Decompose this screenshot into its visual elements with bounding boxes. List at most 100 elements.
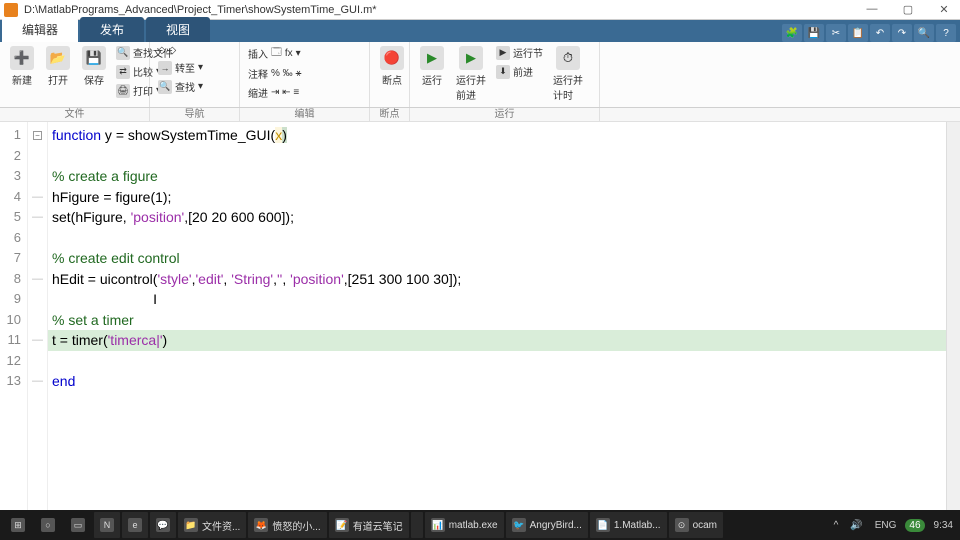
code-line[interactable]: t = timer('timerca|')	[48, 330, 960, 351]
tray-badge[interactable]: 46	[905, 519, 924, 532]
code-line[interactable]: hEdit = uicontrol('style','edit', 'Strin…	[48, 269, 960, 290]
code-line[interactable]: % set a timer	[48, 310, 960, 331]
code-editor[interactable]: 12345678910111213 −————— function y = sh…	[0, 122, 960, 522]
qa-btn-2[interactable]: 💾	[804, 24, 824, 42]
code-line[interactable]: set(hFigure, 'position',[20 20 600 600])…	[48, 207, 960, 228]
qa-btn-4[interactable]: 📋	[848, 24, 868, 42]
tray-clock[interactable]: 9:34	[931, 520, 956, 531]
taskbar-item[interactable]: N	[94, 512, 120, 538]
fold-marker[interactable]	[28, 289, 47, 310]
taskbar-item-icon: 📁	[184, 518, 198, 532]
fold-marker[interactable]	[28, 166, 47, 187]
fold-marker[interactable]	[28, 146, 47, 167]
maximize-button[interactable]: ▢	[896, 3, 920, 16]
taskbar-item-icon: e	[128, 518, 142, 532]
line-number: 8	[0, 269, 21, 290]
advance-button[interactable]: ⬇前进	[494, 63, 545, 80]
line-number: 13	[0, 371, 21, 392]
qa-btn-help[interactable]: ?	[936, 24, 956, 42]
tab-publish[interactable]: 发布	[80, 17, 144, 42]
fold-marker[interactable]: —	[28, 187, 47, 208]
window-titlebar: D:\MatlabPrograms_Advanced\Project_Timer…	[0, 0, 960, 20]
minimize-button[interactable]: —	[860, 3, 884, 16]
line-number: 2	[0, 146, 21, 167]
ribbon: ➕新建 📂打开 💾保存 🔍查找文件 ⇄比较 ▾ 🖨打印 ▾ ◇ ◇ →转至 ▾ …	[0, 42, 960, 108]
run-time-button[interactable]: ⏱运行并 计时	[549, 44, 587, 104]
goto-dropdown[interactable]: →转至 ▾	[156, 59, 205, 76]
taskbar-item[interactable]: 🐦AngryBird...	[506, 512, 588, 538]
taskbar-item-label: 1.Matlab...	[614, 520, 661, 531]
windows-taskbar: ⊞○▭Ne 💬 📁文件资...🦊愤怒的小... 📝 有道云笔记 📊 matlab.exe 🐦A…	[0, 510, 960, 540]
fold-marker[interactable]	[28, 248, 47, 269]
code-line[interactable]	[48, 228, 960, 249]
taskbar-item-label: 愤怒的小...	[272, 518, 320, 533]
open-button[interactable]: 📂打开	[42, 44, 74, 99]
code-line[interactable]: % create a figure	[48, 166, 960, 187]
taskbar-item[interactable]: 📊 matlab.exe	[425, 512, 504, 538]
fold-marker[interactable]	[28, 351, 47, 372]
fold-marker[interactable]: —	[28, 207, 47, 228]
code-line[interactable]: hFigure = figure(1);	[48, 187, 960, 208]
line-number: 3	[0, 166, 21, 187]
code-area[interactable]: function y = showSystemTime_GUI(x) % crea…	[48, 122, 960, 522]
taskbar-item-icon: 📊	[431, 518, 445, 532]
breakpoint-button[interactable]: 🔴断点	[376, 44, 408, 89]
close-button[interactable]: ✕	[932, 3, 956, 16]
indent-button[interactable]: 缩进 ⇥ ⇤ ≡	[246, 84, 303, 101]
runsection-button[interactable]: ▶运行节	[494, 44, 545, 61]
qa-btn-search[interactable]: 🔍	[914, 24, 934, 42]
tab-editor[interactable]: 编辑器	[2, 17, 78, 42]
goto-button[interactable]: ◇ ◇	[156, 44, 205, 57]
taskbar-item[interactable]: ○	[34, 512, 62, 538]
qa-btn-6[interactable]: ↷	[892, 24, 912, 42]
fold-marker[interactable]: —	[28, 371, 47, 392]
line-number: 5	[0, 207, 21, 228]
taskbar-item-icon: 📝	[335, 518, 349, 532]
taskbar-item-label: matlab.exe	[449, 520, 498, 531]
taskbar-item[interactable]	[411, 512, 423, 538]
run-button[interactable]: ▶运行	[416, 44, 448, 104]
tab-view[interactable]: 视图	[146, 17, 210, 42]
insert-button[interactable]: 插入 🗔 fx ▾	[246, 44, 303, 63]
fold-column[interactable]: −—————	[28, 122, 48, 522]
line-number: 4	[0, 187, 21, 208]
tray-up-icon[interactable]: ^	[831, 520, 842, 531]
tray-lang[interactable]: ENG	[872, 520, 900, 531]
line-number: 12	[0, 351, 21, 372]
fold-marker[interactable]: −	[28, 125, 47, 146]
fold-marker[interactable]	[28, 228, 47, 249]
comment-button[interactable]: 注释 % ‰ ⚹	[246, 65, 303, 82]
tray-sound-icon[interactable]: 🔊	[847, 520, 865, 531]
code-line[interactable]: I	[48, 289, 960, 310]
code-line[interactable]	[48, 146, 960, 167]
taskbar-item[interactable]: ▭	[64, 512, 92, 538]
vertical-scrollbar[interactable]	[946, 122, 960, 522]
taskbar-item[interactable]: 💬	[150, 512, 176, 538]
qa-btn-5[interactable]: ↶	[870, 24, 890, 42]
new-button[interactable]: ➕新建	[6, 44, 38, 99]
qa-btn-3[interactable]: ✂	[826, 24, 846, 42]
find-button[interactable]: 🔍查找 ▾	[156, 78, 205, 95]
code-line[interactable]: function y = showSystemTime_GUI(x)	[48, 125, 960, 146]
system-tray: ^ 🔊 ENG 46 9:34	[831, 519, 956, 532]
taskbar-item[interactable]: ⊞	[4, 512, 32, 538]
code-line[interactable]: % create edit control	[48, 248, 960, 269]
taskbar-item[interactable]: 📄1.Matlab...	[590, 512, 667, 538]
taskbar-item[interactable]: e	[122, 512, 148, 538]
fold-marker[interactable]: —	[28, 330, 47, 351]
quick-access-toolbar: 🧩 💾 ✂ 📋 ↶ ↷ 🔍 ?	[782, 24, 960, 42]
run-advance-button[interactable]: ▶运行并 前进	[452, 44, 490, 104]
fold-marker[interactable]: —	[28, 269, 47, 290]
code-line[interactable]: end	[48, 371, 960, 392]
taskbar-item-icon: 💬	[156, 518, 170, 532]
taskbar-item[interactable]: ⊙ocam	[669, 512, 723, 538]
taskbar-item-label: 有道云笔记	[353, 518, 403, 533]
taskbar-item[interactable]: 📝 有道云笔记	[329, 512, 409, 538]
code-line[interactable]	[48, 351, 960, 372]
qa-btn-1[interactable]: 🧩	[782, 24, 802, 42]
fold-marker[interactable]	[28, 310, 47, 331]
taskbar-item[interactable]: 📁文件资...	[178, 512, 246, 538]
window-title: D:\MatlabPrograms_Advanced\Project_Timer…	[24, 4, 377, 16]
save-button[interactable]: 💾保存	[78, 44, 110, 99]
taskbar-item[interactable]: 🦊愤怒的小...	[248, 512, 326, 538]
